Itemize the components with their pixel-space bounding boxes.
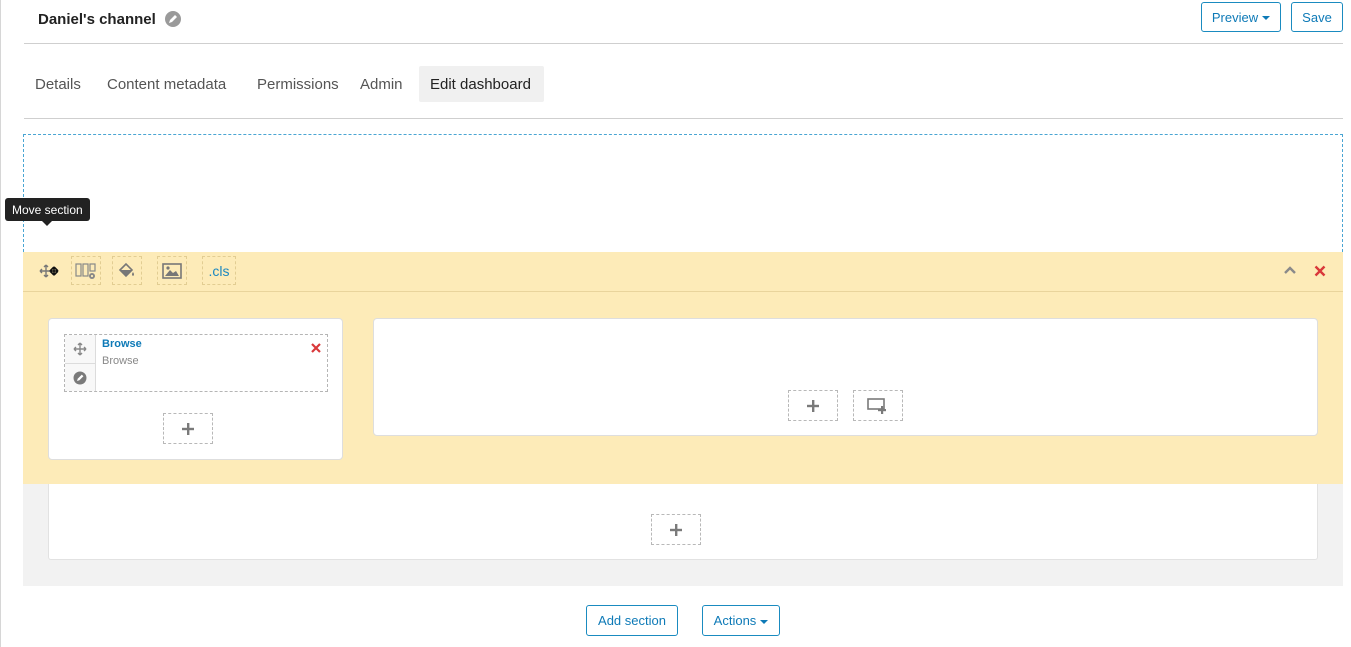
background-color-button[interactable]: [112, 256, 142, 285]
move-widget-button[interactable]: [65, 335, 95, 363]
section-drop-zone: [23, 134, 1343, 252]
delete-section-button[interactable]: [1314, 264, 1326, 282]
tab-edit-dashboard[interactable]: Edit dashboard: [419, 66, 544, 102]
chevron-up-icon: [1284, 266, 1296, 274]
widget-browse: Browse Browse: [64, 334, 328, 392]
remove-widget-button[interactable]: [311, 340, 321, 358]
tooltip-arrow: [42, 221, 52, 226]
columns-settings-icon: [75, 262, 96, 279]
add-widget-button[interactable]: [788, 390, 838, 421]
move-icon: [73, 342, 87, 356]
tab-admin[interactable]: Admin: [349, 66, 414, 102]
edit-widget-button[interactable]: [65, 363, 95, 391]
close-icon: [311, 343, 321, 353]
lower-column: [48, 484, 1318, 560]
image-icon: [162, 262, 182, 279]
plus-icon: [807, 399, 819, 412]
save-button[interactable]: Save: [1291, 2, 1343, 32]
move-section-tooltip: Move section: [5, 198, 90, 221]
dashboard-canvas: .cls Browse Browse: [23, 134, 1343, 586]
add-row-button[interactable]: [853, 390, 903, 421]
section-selected: .cls Browse Browse: [23, 252, 1343, 484]
column-right: [373, 318, 1318, 436]
page-header: Daniel's channel: [24, 0, 1343, 44]
paint-bucket-icon: [118, 262, 134, 277]
background-image-button[interactable]: [157, 256, 187, 285]
add-widget-button[interactable]: [651, 514, 701, 545]
add-section-button[interactable]: Add section: [586, 605, 678, 636]
collapse-section-button[interactable]: [1283, 263, 1297, 282]
page-left-border: [0, 0, 1, 647]
caret-down-icon: [760, 619, 769, 624]
caret-down-icon: [1262, 16, 1271, 20]
add-widget-button[interactable]: [163, 413, 213, 444]
add-row-icon: [867, 397, 886, 414]
widget-title[interactable]: Browse: [102, 338, 142, 350]
tab-bar: Details Content metadata Permissions Adm…: [24, 66, 1343, 119]
move-icon: [39, 264, 59, 277]
move-section-button[interactable]: [34, 256, 64, 285]
plus-icon: [670, 523, 682, 536]
channel-title: Daniel's channel: [38, 11, 156, 28]
column-left: Browse Browse: [48, 318, 343, 460]
actions-button-label: Actions: [713, 613, 757, 628]
edit-icon: [73, 371, 87, 384]
widget-subtitle: Browse: [102, 355, 139, 367]
tab-permissions[interactable]: Permissions: [246, 66, 350, 102]
edit-title-icon[interactable]: [165, 11, 181, 27]
section-toolbar: .cls: [23, 252, 1343, 292]
css-class-button[interactable]: .cls: [202, 256, 236, 285]
tab-content-metadata[interactable]: Content metadata: [96, 66, 237, 102]
column-settings-button[interactable]: [71, 256, 101, 285]
plus-icon: [182, 422, 194, 435]
close-icon: [1314, 265, 1326, 277]
tab-details[interactable]: Details: [24, 66, 92, 102]
preview-button[interactable]: Preview: [1201, 2, 1281, 32]
widget-handles: [65, 335, 96, 391]
actions-button[interactable]: Actions: [702, 605, 780, 636]
preview-button-label: Preview: [1211, 9, 1259, 25]
